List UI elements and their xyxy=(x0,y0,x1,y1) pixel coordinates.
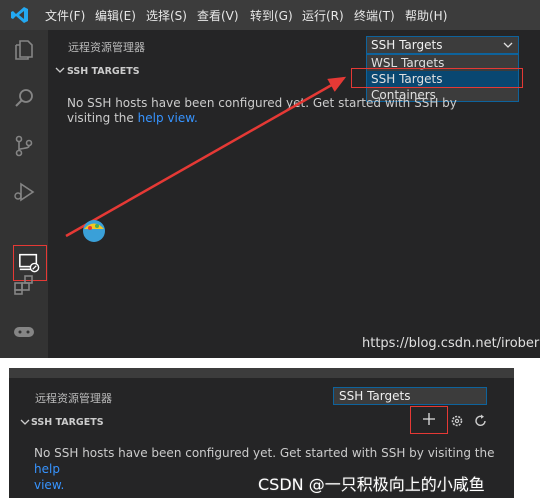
blog-watermark: https://blog.csdn.net/irober xyxy=(362,336,540,351)
help-link[interactable]: help xyxy=(34,462,60,476)
annotation-arrow xyxy=(65,76,347,238)
screenshot-top: 文件(F) 编辑(E) 选择(S) 查看(V) 转到(G) 运行(R) 终端(T… xyxy=(0,0,540,358)
csdn-caption: CSDN @一只积极向上的小咸鱼 xyxy=(258,475,485,494)
add-icon[interactable] xyxy=(422,412,436,426)
targets-select-value: SSH Targets xyxy=(339,389,411,403)
refresh-icon[interactable] xyxy=(474,414,488,428)
message-text: No SSH hosts have been configured yet. G… xyxy=(34,446,495,460)
mascot-icon xyxy=(83,220,105,242)
chevron-down-icon[interactable] xyxy=(20,417,30,427)
menu-bar-cropped xyxy=(9,368,514,378)
help-link-tail[interactable]: view. xyxy=(34,478,64,492)
gear-icon[interactable] xyxy=(450,414,464,428)
remote-explorer-title: 远程资源管理器 xyxy=(35,392,112,405)
targets-select[interactable]: SSH Targets xyxy=(333,387,487,405)
ssh-targets-section-header[interactable]: SSH TARGETS xyxy=(31,417,104,428)
